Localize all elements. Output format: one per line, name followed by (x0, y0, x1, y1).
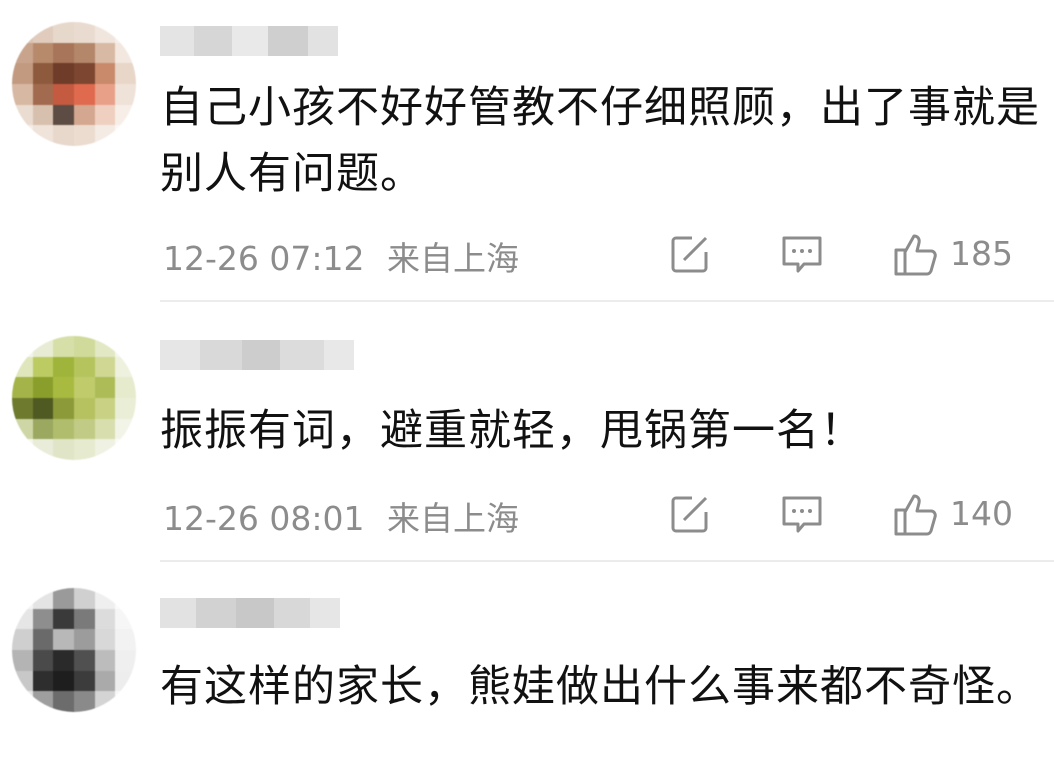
username-blurred[interactable] (160, 598, 340, 628)
like-count: 140 (950, 493, 1013, 533)
comment-text: 振振有词，避重就轻，甩锅第一名！ (160, 406, 864, 456)
username-blurred[interactable] (160, 26, 338, 56)
comment-item: 有这样的家长，熊娃做出什么事来都不奇怪。 (0, 562, 1054, 765)
avatar[interactable] (12, 588, 136, 712)
comment-location: 来自上海 (386, 239, 519, 278)
share-button[interactable] (668, 232, 712, 276)
like-button[interactable]: 185 (892, 228, 1013, 278)
thumbs-up-icon (894, 494, 937, 536)
share-icon (671, 496, 708, 533)
reply-button[interactable] (780, 234, 824, 276)
comment-meta: 12-26 08:01 来自上海 (163, 492, 519, 540)
like-button[interactable]: 140 (892, 488, 1013, 538)
comment-text: 有这样的家长，熊娃做出什么事来都不奇怪。 (160, 662, 1040, 712)
thumbs-up-icon (894, 234, 937, 276)
comment-location: 来自上海 (386, 499, 519, 538)
reply-button[interactable] (780, 494, 824, 536)
avatar[interactable] (12, 22, 136, 146)
comment-time: 12-26 08:01 (163, 499, 365, 538)
comment-icon (782, 236, 822, 273)
comment-time: 12-26 07:12 (163, 239, 365, 278)
share-button[interactable] (668, 492, 712, 536)
avatar[interactable] (12, 336, 136, 460)
comment-text: 自己小孩不好好管教不仔细照顾，出了事就是别人有问题。 (160, 83, 1040, 199)
comment-item: 振振有词，避重就轻，甩锅第一名！ 12-26 08:01 来自上海 140 (0, 302, 1054, 560)
comment-icon (782, 496, 822, 533)
share-icon (671, 236, 708, 273)
comment-meta: 12-26 07:12 来自上海 (163, 232, 519, 280)
like-count: 185 (950, 233, 1013, 273)
comment-item: 自己小孩不好好管教不仔细照顾，出了事就是别人有问题。 12-26 07:12 来… (0, 0, 1054, 300)
username-blurred[interactable] (160, 340, 354, 370)
